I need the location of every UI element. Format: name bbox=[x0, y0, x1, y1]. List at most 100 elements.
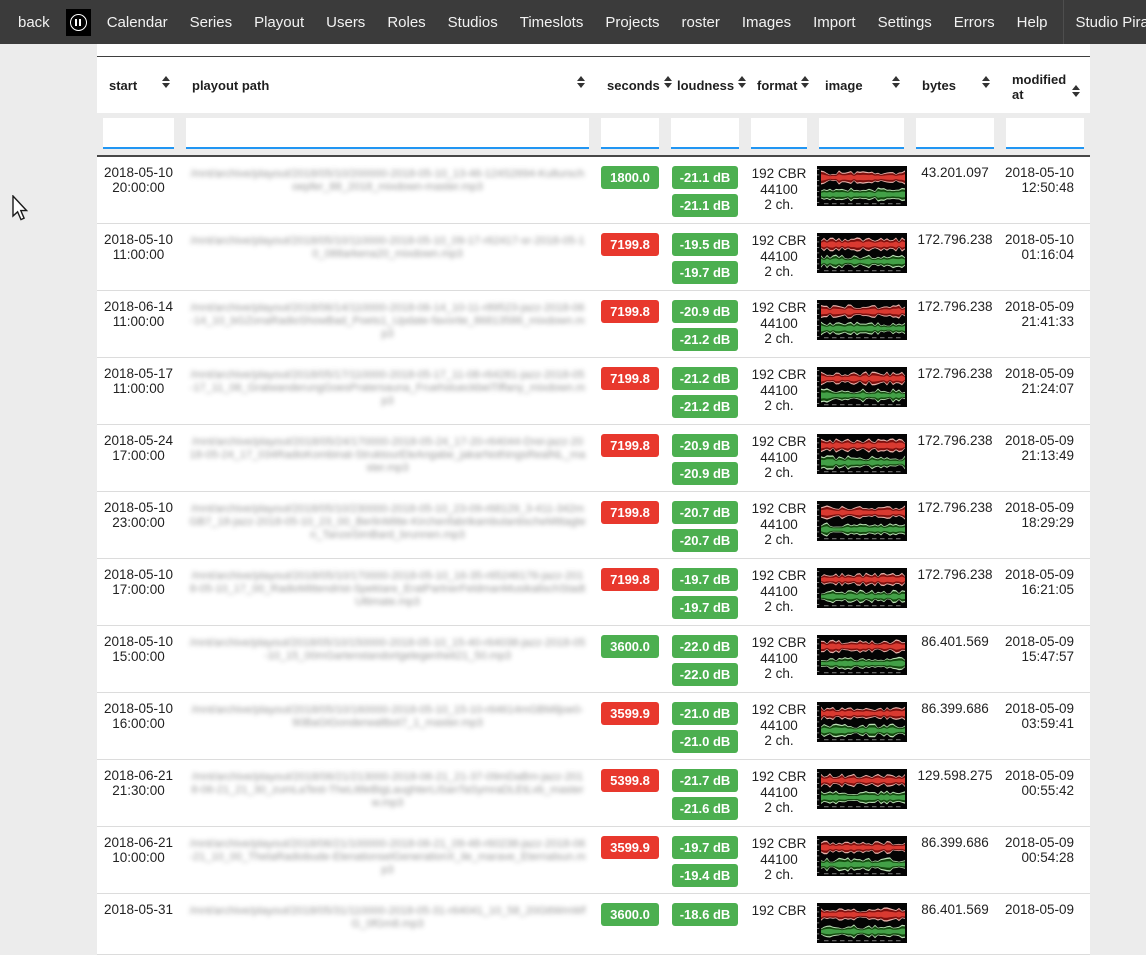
filter-cell-bytes bbox=[910, 113, 1000, 156]
sort-icon[interactable] bbox=[577, 72, 585, 93]
waveform-thumbnail bbox=[817, 702, 907, 742]
nav-item-projects[interactable]: Projects bbox=[594, 14, 670, 31]
nav-item-playout[interactable]: Playout bbox=[243, 14, 315, 31]
loudness-cell: -19.7 dB -19.4 dB bbox=[665, 827, 745, 894]
image-cell bbox=[813, 760, 910, 827]
sort-icon[interactable] bbox=[982, 72, 990, 93]
loudness-badge-2: -19.7 dB bbox=[672, 596, 739, 619]
waveform-thumbnail bbox=[817, 501, 907, 541]
format-channels: 2 ch. bbox=[746, 197, 812, 213]
column-label: bytes bbox=[922, 78, 956, 93]
image-cell bbox=[813, 425, 910, 492]
filter-input-playout-path[interactable] bbox=[186, 118, 589, 149]
format-samplerate: 44100 bbox=[746, 584, 812, 600]
column-label: format bbox=[757, 78, 797, 93]
seconds-cell: 3600.0 bbox=[595, 894, 665, 955]
column-header-image[interactable]: image bbox=[813, 57, 910, 114]
format-bitrate: 192 CBR bbox=[746, 568, 812, 584]
modified-date: 2018-05-09 bbox=[1001, 903, 1074, 918]
modified-time: 00:54:28 bbox=[1001, 851, 1074, 866]
sort-icon[interactable] bbox=[801, 72, 809, 93]
sort-icon[interactable] bbox=[1072, 81, 1080, 102]
sort-icon[interactable] bbox=[664, 72, 672, 93]
sort-icon[interactable] bbox=[162, 72, 170, 93]
bytes-cell: 172.796.238 bbox=[910, 425, 1000, 492]
loudness-badge-1: -19.7 dB bbox=[672, 568, 739, 591]
loudness-badge-2: -20.9 dB bbox=[672, 462, 739, 485]
loudness-cell: -20.7 dB -20.7 dB bbox=[665, 492, 745, 559]
seconds-badge: 3599.9 bbox=[601, 836, 659, 859]
modified-time: 18:29:29 bbox=[1001, 516, 1074, 531]
start-date: 2018-05-10 bbox=[98, 166, 179, 181]
sort-icon[interactable] bbox=[738, 72, 746, 93]
nav-item-calendar[interactable]: Calendar bbox=[96, 14, 179, 31]
start-date: 2018-05-10 bbox=[98, 635, 179, 650]
playout-path-cell: /mnt/archive/playout/2018/06/21/213000-2… bbox=[180, 760, 595, 827]
piradio-logo-icon[interactable] bbox=[66, 9, 91, 36]
seconds-cell: 7199.8 bbox=[595, 425, 665, 492]
nav-item-studios[interactable]: Studios bbox=[437, 14, 509, 31]
loudness-cell: -21.7 dB -21.6 dB bbox=[665, 760, 745, 827]
start-time: 21:30:00 bbox=[98, 784, 179, 799]
image-cell bbox=[813, 291, 910, 358]
format-bitrate: 192 CBR bbox=[746, 769, 812, 785]
sort-icon[interactable] bbox=[892, 72, 900, 93]
seconds-cell: 3599.9 bbox=[595, 693, 665, 760]
column-header-loudness[interactable]: loudness bbox=[665, 57, 745, 114]
nav-item-series[interactable]: Series bbox=[179, 14, 244, 31]
seconds-cell: 7199.8 bbox=[595, 224, 665, 291]
start-cell: 2018-05-17 11:00:00 bbox=[97, 358, 180, 425]
modified-cell: 2018-05-09 15:47:57 bbox=[1000, 626, 1090, 693]
nav-item-back[interactable]: back bbox=[0, 14, 61, 31]
playout-path-cell: /mnt/archive/playout/2018/05/31/110000-2… bbox=[180, 894, 595, 955]
filter-input-seconds[interactable] bbox=[601, 118, 659, 149]
loudness-cell: -19.7 dB -19.7 dB bbox=[665, 559, 745, 626]
nav-item-settings[interactable]: Settings bbox=[867, 14, 943, 31]
nav-menu: CalendarSeriesPlayoutUsersRolesStudiosTi… bbox=[96, 14, 1059, 31]
column-header-modified-at[interactable]: modified at bbox=[1000, 57, 1090, 114]
filter-input-bytes[interactable] bbox=[916, 118, 994, 149]
nav-item-users[interactable]: Users bbox=[315, 14, 376, 31]
filter-input-loudness[interactable] bbox=[671, 118, 739, 149]
loudness-cell: -21.2 dB -21.2 dB bbox=[665, 358, 745, 425]
studio-select[interactable]: Studio Piradio bbox=[1063, 0, 1146, 44]
nav-item-timeslots[interactable]: Timeslots bbox=[509, 14, 595, 31]
filter-input-start[interactable] bbox=[103, 118, 174, 149]
nav-item-roster[interactable]: roster bbox=[671, 14, 731, 31]
modified-cell: 2018-05-10 01:16:04 bbox=[1000, 224, 1090, 291]
seconds-cell: 1800.0 bbox=[595, 156, 665, 224]
filter-input-format[interactable] bbox=[751, 118, 807, 149]
seconds-cell: 7199.8 bbox=[595, 559, 665, 626]
nav-item-import[interactable]: Import bbox=[802, 14, 867, 31]
column-header-playout-path[interactable]: playout path bbox=[180, 57, 595, 114]
column-header-seconds[interactable]: seconds bbox=[595, 57, 665, 114]
nav-item-images[interactable]: Images bbox=[731, 14, 802, 31]
seconds-cell: 7199.8 bbox=[595, 358, 665, 425]
format-channels: 2 ch. bbox=[746, 800, 812, 816]
start-date: 2018-06-14 bbox=[98, 300, 179, 315]
start-time: 11:00:00 bbox=[98, 382, 179, 397]
format-cell: 192 CBR 44100 2 ch. bbox=[745, 626, 813, 693]
format-samplerate: 44100 bbox=[746, 718, 812, 734]
playout-path-cell: /mnt/archive/playout/2018/05/10/200000-2… bbox=[180, 156, 595, 224]
column-header-start[interactable]: start bbox=[97, 57, 180, 114]
filter-input-modified-at[interactable] bbox=[1006, 118, 1084, 149]
loudness-badge-1: -21.1 dB bbox=[672, 166, 739, 189]
format-bitrate: 192 CBR bbox=[746, 836, 812, 852]
format-bitrate: 192 CBR bbox=[746, 434, 812, 450]
modified-date: 2018-05-09 bbox=[1001, 702, 1074, 717]
start-time: 11:00:00 bbox=[98, 315, 179, 330]
nav-item-errors[interactable]: Errors bbox=[943, 14, 1006, 31]
nav-item-help[interactable]: Help bbox=[1006, 14, 1059, 31]
filter-input-image[interactable] bbox=[819, 118, 904, 149]
playout-path-cell: /mnt/archive/playout/2018/06/14/110000-2… bbox=[180, 291, 595, 358]
column-header-format[interactable]: format bbox=[745, 57, 813, 114]
column-header-bytes[interactable]: bytes bbox=[910, 57, 1000, 114]
format-samplerate: 44100 bbox=[746, 785, 812, 801]
start-cell: 2018-06-14 11:00:00 bbox=[97, 291, 180, 358]
nav-item-roles[interactable]: Roles bbox=[376, 14, 436, 31]
waveform-thumbnail bbox=[817, 166, 907, 206]
table-filter-row bbox=[97, 113, 1090, 156]
loudness-badge-1: -21.0 dB bbox=[672, 702, 739, 725]
seconds-cell: 3599.9 bbox=[595, 827, 665, 894]
